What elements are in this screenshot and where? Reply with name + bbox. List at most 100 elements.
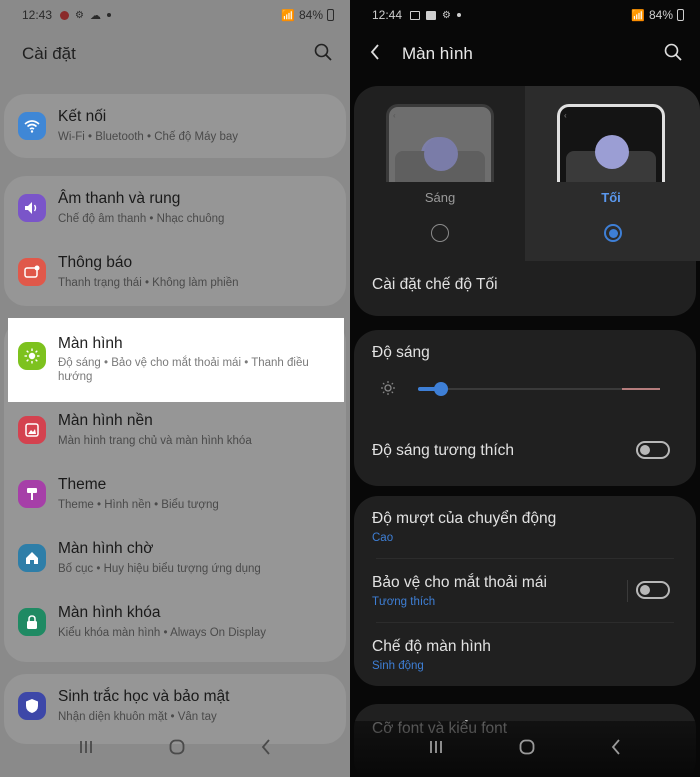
item-title: Màn hình chờ (58, 540, 154, 557)
wifi-status-icon: 📶 (631, 9, 645, 22)
item-subtitle: Chế độ âm thanh • Nhạc chuông (58, 213, 225, 225)
app-notification-icon (60, 10, 70, 20)
screen-mode-label: Chế độ màn hình (372, 638, 491, 655)
home-button-icon[interactable] (519, 739, 535, 760)
settings-item-theme[interactable]: Theme Theme • Hình nền • Biểu tượng (0, 462, 350, 526)
more-notifications-icon (107, 13, 111, 17)
screen-mode-row[interactable]: Chế độ màn hình Sinh động (372, 638, 674, 672)
item-title: Màn hình (58, 335, 123, 352)
settings-notification-icon: ⚙ (442, 9, 451, 21)
brightness-low-icon (380, 380, 396, 401)
settings-item-display[interactable]: Màn hình Độ sáng • Bảo vệ cho mắt thoải … (8, 318, 344, 402)
divider (376, 558, 674, 559)
notification-icon (18, 258, 46, 286)
dark-mode-preview: ‹ (557, 104, 665, 182)
settings-notification-icon: ⚙ (75, 9, 84, 21)
status-bar: 12:43 ⚙ ☁ 📶 84% (0, 0, 350, 30)
item-title: Sinh trắc học và bảo mật (58, 688, 230, 705)
brightness-card: Độ sáng Độ sáng tương thích (354, 330, 696, 486)
status-time: 12:43 (22, 8, 53, 22)
adaptive-brightness-toggle[interactable] (636, 441, 670, 459)
dark-mode-settings-row[interactable]: Cài đặt chế độ Tối (372, 276, 674, 294)
header: Màn hình (364, 36, 682, 72)
header: Cài đặt (22, 36, 332, 72)
brightness-row: Độ sáng (372, 344, 674, 362)
light-mode-option[interactable]: ‹ Sáng (354, 86, 525, 261)
shield-icon (18, 692, 46, 720)
settings-item-home-screen[interactable]: Màn hình chờ Bố cục • Huy hiệu biểu tượn… (0, 526, 350, 590)
back-icon[interactable] (260, 738, 272, 760)
theme-mode-card: ‹ Sáng ‹ Tối Cài đặt chế độ Tối (354, 86, 700, 316)
wifi-status-icon: 📶 (281, 9, 295, 22)
brightness-icon (18, 342, 46, 370)
item-title: Theme (58, 476, 107, 493)
theme-icon (18, 480, 46, 508)
page-title: Màn hình (402, 44, 473, 63)
status-bar: 12:44 ⚙ 📶 84% (350, 0, 700, 30)
display-settings-screen: 12:44 ⚙ 📶 84% Màn hình ‹ Sáng ‹ Tối Cài … (350, 0, 700, 777)
navigation-bar (350, 721, 700, 777)
settings-screen: 12:43 ⚙ ☁ 📶 84% Cài đặt Kết nối Wi-Fi • … (0, 0, 350, 777)
adaptive-brightness-label: Độ sáng tương thích (372, 442, 515, 459)
brightness-extra-zone (622, 388, 660, 390)
dark-mode-settings-label: Cài đặt chế độ Tối (372, 276, 498, 293)
eye-comfort-label: Bảo vệ cho mắt thoải mái (372, 574, 547, 591)
light-mode-label: Sáng (424, 190, 456, 205)
settings-item-notifications[interactable]: Thông báo Thanh trạng thái • Không làm p… (0, 240, 350, 304)
search-icon[interactable] (664, 43, 682, 66)
search-icon[interactable] (314, 43, 332, 66)
eye-comfort-toggle[interactable] (636, 581, 670, 599)
dark-mode-option[interactable]: ‹ Tối (525, 86, 700, 261)
screen-mode-value: Sinh động (372, 660, 424, 672)
light-mode-radio[interactable] (431, 224, 449, 242)
battery-icon (327, 9, 334, 21)
status-time: 12:44 (372, 8, 403, 22)
back-arrow-icon[interactable] (364, 40, 386, 69)
brightness-label: Độ sáng (372, 344, 430, 361)
item-title: Màn hình khóa (58, 604, 161, 621)
item-subtitle: Độ sáng • Bảo vệ cho mắt thoải mái • Tha… (58, 357, 309, 383)
dark-mode-radio[interactable] (604, 224, 622, 242)
toggle-separator (627, 580, 628, 602)
eye-comfort-value: Tương thích (372, 596, 436, 608)
item-subtitle: Thanh trạng thái • Không làm phiền (58, 277, 239, 289)
item-title: Âm thanh và rung (58, 190, 181, 207)
back-icon[interactable] (610, 738, 622, 760)
item-title: Thông báo (58, 254, 133, 271)
lock-icon (18, 608, 46, 636)
brightness-thumb[interactable] (434, 382, 448, 396)
motion-smoothness-label: Độ mượt của chuyển động (372, 510, 557, 527)
adaptive-brightness-row[interactable]: Độ sáng tương thích (372, 442, 674, 460)
volume-icon (18, 194, 46, 222)
image-notification-icon (426, 10, 437, 20)
more-notifications-icon (457, 13, 461, 17)
eye-comfort-row[interactable]: Bảo vệ cho mắt thoải mái Tương thích (372, 574, 674, 608)
item-title: Màn hình nền (58, 412, 153, 429)
home-icon (18, 544, 46, 572)
recent-apps-icon[interactable] (428, 740, 444, 759)
settings-item-lock-screen[interactable]: Màn hình khóa Kiểu khóa màn hình • Alway… (0, 590, 350, 654)
item-subtitle: Theme • Hình nền • Biểu tượng (58, 499, 219, 511)
motion-smoothness-row[interactable]: Độ mượt của chuyển động Cao (372, 510, 674, 544)
settings-item-wallpaper[interactable]: Màn hình nền Màn hình trang chủ và màn h… (0, 398, 350, 462)
battery-icon (677, 9, 684, 21)
brightness-slider[interactable] (418, 382, 660, 396)
battery-level: 84% (298, 8, 323, 22)
wifi-icon (18, 112, 46, 140)
dark-mode-label: Tối (601, 190, 621, 205)
page-title: Cài đặt (22, 44, 76, 63)
cloud-icon: ☁ (90, 9, 101, 22)
recent-apps-icon[interactable] (78, 740, 94, 759)
wallpaper-icon (18, 416, 46, 444)
settings-item-sound[interactable]: Âm thanh và rung Chế độ âm thanh • Nhạc … (0, 176, 350, 240)
item-subtitle: Màn hình trang chủ và màn hình khóa (58, 435, 252, 447)
divider (376, 622, 674, 623)
navigation-bar (0, 721, 350, 777)
motion-smoothness-value: Cao (372, 532, 394, 544)
light-mode-preview: ‹ (386, 104, 494, 182)
display-options-card: Độ mượt của chuyển động Cao Bảo vệ cho m… (354, 496, 696, 686)
settings-item-connections[interactable]: Kết nối Wi-Fi • Bluetooth • Chế độ Máy b… (0, 94, 350, 158)
gallery-notification-icon (410, 10, 421, 20)
home-button-icon[interactable] (169, 739, 185, 760)
item-title: Kết nối (58, 108, 107, 125)
